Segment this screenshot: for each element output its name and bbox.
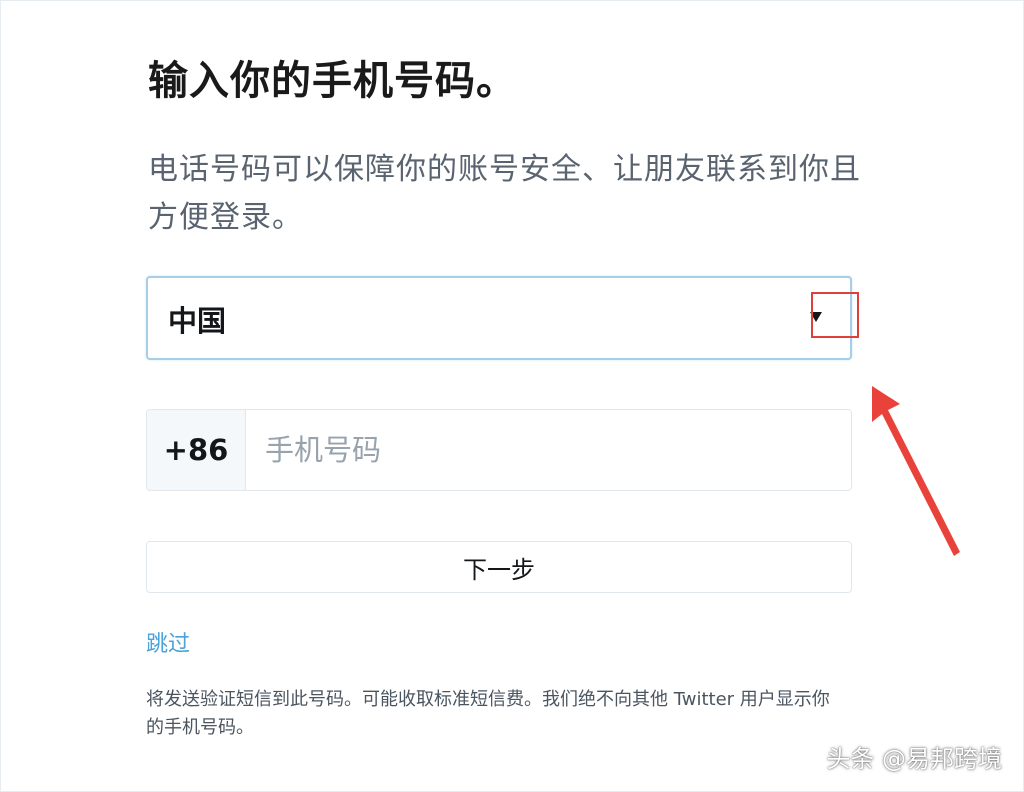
phone-input-group: +86 [146,409,852,491]
watermark: 头条 @易邦跨境 [826,745,1002,773]
country-code-prefix: +86 [147,410,246,490]
sms-disclaimer: 将发送验证短信到此号码。可能收取标准短信费。我们绝不向其他 Twitter 用户… [146,689,830,738]
next-button[interactable]: 下一步 [146,541,852,593]
page-frame [0,0,1024,792]
page-title: 输入你的手机号码。 [148,57,517,104]
phone-number-input[interactable] [247,410,847,490]
country-select-value: 中国 [168,304,227,338]
page-subtitle: 电话号码可以保障你的账号安全、让朋友联系到你且方便登录。 [148,152,861,235]
dropdown-triangle-icon[interactable] [810,312,822,322]
country-select[interactable]: 中国 [146,276,852,360]
annotation-arrow-icon [872,386,960,556]
skip-link[interactable]: 跳过 [146,626,190,658]
